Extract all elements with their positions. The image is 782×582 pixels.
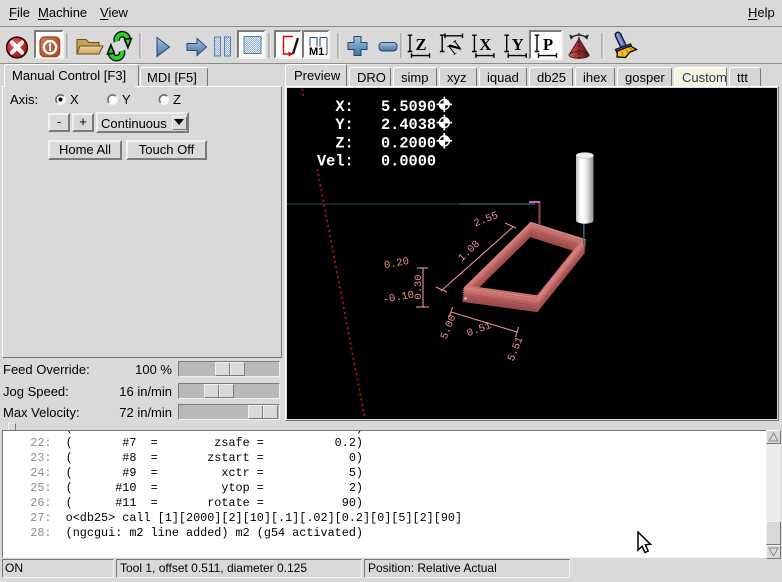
svg-text:5.51: 5.51 [506,335,527,363]
svg-text:P: P [543,35,553,54]
svg-text:Y:: Y: [335,116,353,134]
svg-text:Vel:: Vel: [317,153,354,171]
svg-text:Y: Y [512,35,524,54]
svg-text:M1: M1 [309,46,324,58]
svg-text:Z:: Z: [335,134,353,152]
svg-text:X: X [479,35,491,54]
svg-text:N: N [444,36,465,58]
svg-text:2.55: 2.55 [472,210,500,230]
svg-text:0.51: 0.51 [465,320,493,340]
svg-text:0.0000: 0.0000 [381,153,436,171]
svg-text:1.08: 1.08 [456,238,482,264]
svg-text:5.00: 5.00 [439,313,460,341]
svg-text:Z: Z [415,35,426,54]
svg-text:5.5090: 5.5090 [381,98,436,116]
svg-text:0.2000: 0.2000 [381,134,436,152]
svg-text:-0.10: -0.10 [382,289,415,306]
svg-text:2.4038: 2.4038 [381,116,436,134]
svg-text:X:: X: [335,98,353,116]
svg-text:0.30: 0.30 [413,274,425,299]
svg-text:0.20: 0.20 [383,256,410,272]
